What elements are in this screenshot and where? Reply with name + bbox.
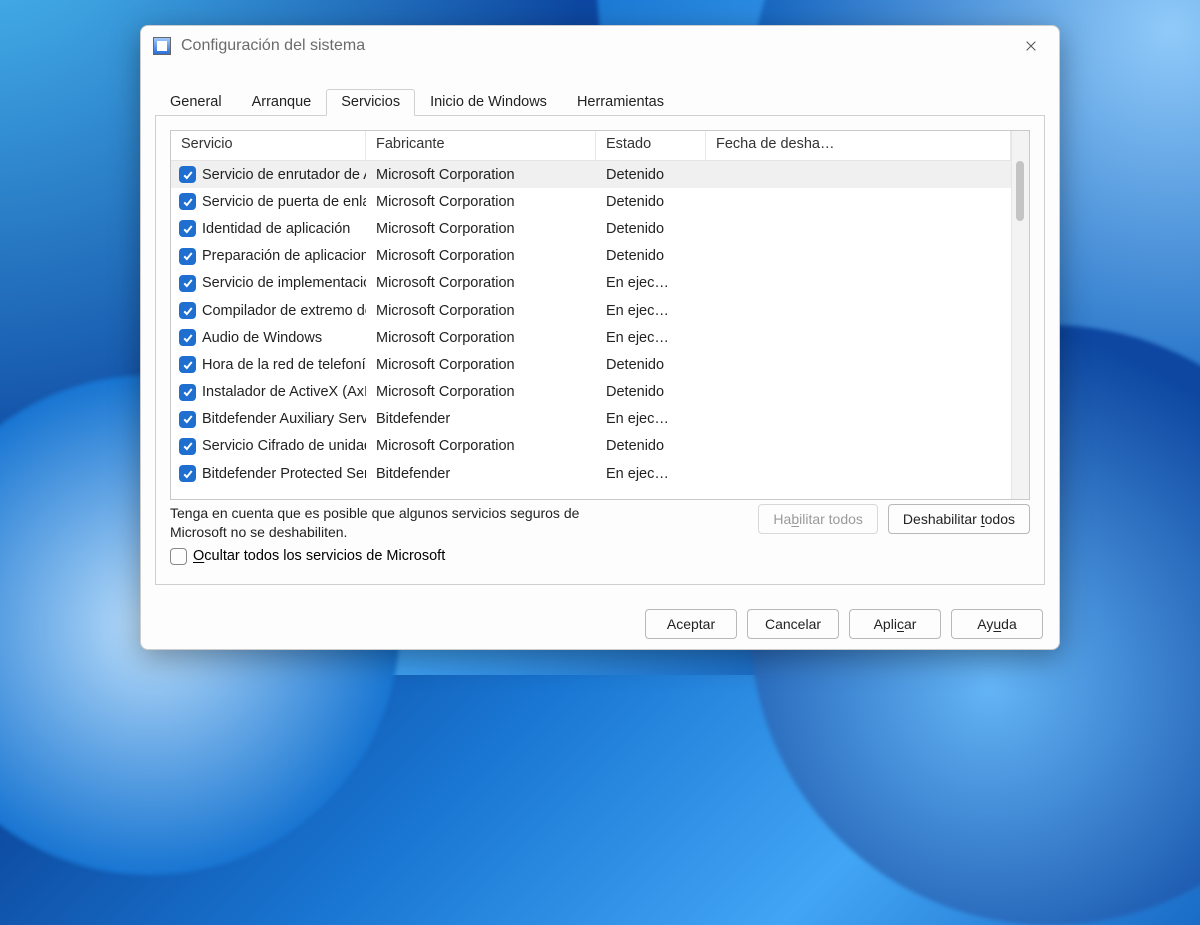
service-checkbox[interactable]	[179, 465, 196, 482]
service-manufacturer: Microsoft Corporation	[366, 248, 596, 264]
col-disabled-date[interactable]: Fecha de desha…	[706, 131, 1011, 160]
titlebar[interactable]: Configuración del sistema	[141, 26, 1059, 66]
service-checkbox[interactable]	[179, 248, 196, 265]
service-manufacturer: Microsoft Corporation	[366, 357, 596, 373]
enable-all-button[interactable]: Habilitar todos	[758, 504, 878, 534]
service-status: En ejec…	[596, 330, 706, 346]
tab-bar: General Arranque Servicios Inicio de Win…	[155, 88, 1045, 116]
service-status: Detenido	[596, 194, 706, 210]
service-manufacturer: Microsoft Corporation	[366, 194, 596, 210]
service-name: Bitdefender Auxiliary Service	[202, 411, 366, 427]
service-manufacturer: Microsoft Corporation	[366, 221, 596, 237]
table-row[interactable]: Servicio de implementación de A…Microsof…	[171, 270, 1011, 297]
table-row[interactable]: Compilador de extremo de audio…Microsoft…	[171, 297, 1011, 324]
tab-tools[interactable]: Herramientas	[562, 88, 679, 115]
service-manufacturer: Microsoft Corporation	[366, 275, 596, 291]
table-row[interactable]: Hora de la red de telefonía móvilMicroso…	[171, 351, 1011, 378]
service-checkbox[interactable]	[179, 384, 196, 401]
table-row[interactable]: Servicio de puerta de enlace de …Microso…	[171, 188, 1011, 215]
table-row[interactable]: Preparación de aplicacionesMicrosoft Cor…	[171, 243, 1011, 270]
service-checkbox[interactable]	[179, 275, 196, 292]
table-row[interactable]: Bitdefender Auxiliary ServiceBitdefender…	[171, 406, 1011, 433]
service-name: Preparación de aplicaciones	[202, 248, 366, 264]
scrollbar-thumb[interactable]	[1016, 161, 1024, 221]
cancel-button[interactable]: Cancelar	[747, 609, 839, 639]
services-list[interactable]: Servicio Fabricante Estado Fecha de desh…	[170, 130, 1030, 500]
close-button[interactable]	[1015, 30, 1047, 62]
service-name: Bitdefender Protected Service	[202, 466, 366, 482]
msconfig-window: Configuración del sistema General Arranq…	[140, 25, 1060, 650]
service-checkbox[interactable]	[179, 438, 196, 455]
service-checkbox[interactable]	[179, 220, 196, 237]
close-icon	[1024, 39, 1038, 53]
dialog-footer: Aceptar Cancelar Aplicar Ayuda	[141, 599, 1059, 649]
service-status: Detenido	[596, 384, 706, 400]
service-name: Servicio de implementación de A…	[202, 275, 366, 291]
table-row[interactable]: Servicio de enrutador de AllJoynMicrosof…	[171, 161, 1011, 188]
service-manufacturer: Microsoft Corporation	[366, 384, 596, 400]
service-status: Detenido	[596, 248, 706, 264]
services-panel: Servicio Fabricante Estado Fecha de desh…	[155, 116, 1045, 585]
service-status: Detenido	[596, 221, 706, 237]
tab-services[interactable]: Servicios	[326, 89, 415, 116]
service-name: Compilador de extremo de audio…	[202, 303, 366, 319]
service-status: Detenido	[596, 357, 706, 373]
window-title: Configuración del sistema	[181, 37, 365, 55]
service-status: En ejec…	[596, 275, 706, 291]
service-checkbox[interactable]	[179, 329, 196, 346]
app-icon	[153, 37, 171, 55]
service-status: Detenido	[596, 167, 706, 183]
service-name: Audio de Windows	[202, 330, 322, 346]
service-manufacturer: Bitdefender	[366, 411, 596, 427]
tab-startup[interactable]: Inicio de Windows	[415, 88, 562, 115]
service-name: Servicio Cifrado de unidad BitLoc…	[202, 438, 366, 454]
table-row[interactable]: Audio de Windows Microsoft CorporationEn …	[171, 324, 1011, 351]
service-manufacturer: Microsoft Corporation	[366, 438, 596, 454]
service-checkbox[interactable]	[179, 356, 196, 373]
service-manufacturer: Bitdefender	[366, 466, 596, 482]
checkbox-icon	[170, 548, 187, 565]
service-manufacturer: Microsoft Corporation	[366, 303, 596, 319]
col-manufacturer[interactable]: Fabricante	[366, 131, 596, 160]
scrollbar[interactable]	[1011, 131, 1029, 499]
col-status[interactable]: Estado	[596, 131, 706, 160]
column-headers[interactable]: Servicio Fabricante Estado Fecha de desh…	[171, 131, 1011, 161]
table-row[interactable]: Bitdefender Protected ServiceBitdefender…	[171, 460, 1011, 487]
service-checkbox[interactable]	[179, 302, 196, 319]
service-name: Servicio de enrutador de AllJoyn	[202, 167, 366, 183]
help-button[interactable]: Ayuda	[951, 609, 1043, 639]
service-status: En ejec…	[596, 303, 706, 319]
warning-text: Tenga en cuenta que es posible que algun…	[170, 504, 600, 542]
service-manufacturer: Microsoft Corporation	[366, 167, 596, 183]
table-row[interactable]: Instalador de ActiveX (AxInstSV)Microsof…	[171, 379, 1011, 406]
table-row[interactable]: Identidad de aplicación Microsoft Corpora…	[171, 215, 1011, 242]
service-name: Hora de la red de telefonía móvil	[202, 357, 366, 373]
col-service[interactable]: Servicio	[171, 131, 366, 160]
service-name: Servicio de puerta de enlace de …	[202, 194, 366, 210]
tab-general[interactable]: General	[155, 88, 237, 115]
hide-ms-services-checkbox[interactable]: Ocultar todos los servicios de Microsoft	[170, 548, 600, 565]
service-checkbox[interactable]	[179, 411, 196, 428]
service-status: En ejec…	[596, 466, 706, 482]
service-status: En ejec…	[596, 411, 706, 427]
tab-boot[interactable]: Arranque	[237, 88, 327, 115]
service-checkbox[interactable]	[179, 166, 196, 183]
service-manufacturer: Microsoft Corporation	[366, 330, 596, 346]
apply-button[interactable]: Aplicar	[849, 609, 941, 639]
accept-button[interactable]: Aceptar	[645, 609, 737, 639]
service-name: Instalador de ActiveX (AxInstSV)	[202, 384, 366, 400]
service-status: Detenido	[596, 438, 706, 454]
table-row[interactable]: Servicio Cifrado de unidad BitLoc…Micros…	[171, 433, 1011, 460]
service-name: Identidad de aplicación	[202, 221, 350, 237]
service-checkbox[interactable]	[179, 193, 196, 210]
disable-all-button[interactable]: Deshabilitar todos	[888, 504, 1030, 534]
